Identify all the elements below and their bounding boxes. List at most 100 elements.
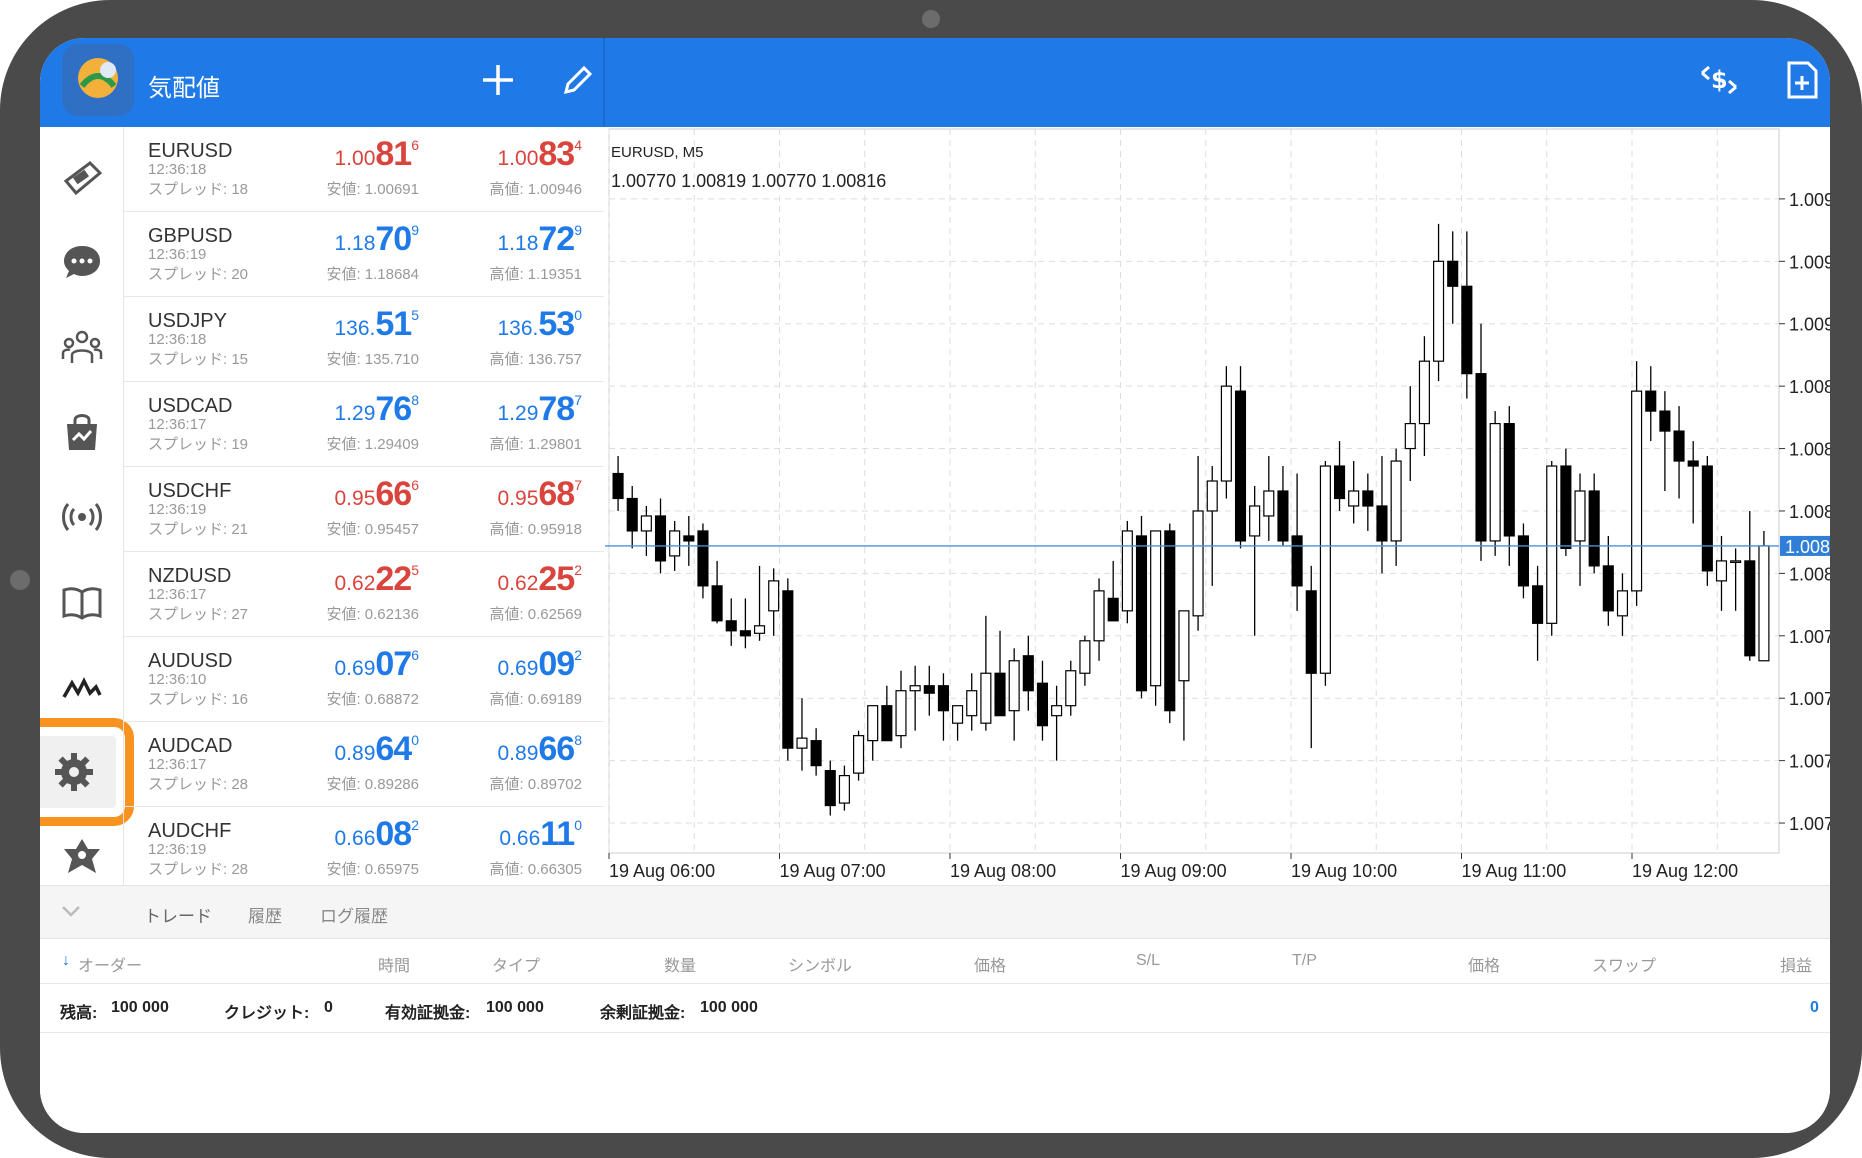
col-price[interactable]: 価格: [974, 952, 1006, 976]
high-price: 高値: 1.29801: [489, 436, 582, 453]
rail-price-tag-button[interactable]: [40, 137, 123, 217]
high-price: 高値: 0.69189: [489, 691, 582, 708]
ask-price[interactable]: 0.66110: [499, 815, 582, 854]
candle-bull: [1715, 560, 1728, 582]
col-profit[interactable]: 損益: [1780, 952, 1812, 976]
quote-spread: スプレッド: 20: [148, 266, 249, 283]
col-sl[interactable]: S/L: [1136, 952, 1160, 970]
ask-price[interactable]: 1.29787: [498, 390, 583, 429]
rail-trade-wave-button[interactable]: [40, 647, 123, 727]
y-tick-label: 1.00755: [1789, 689, 1830, 709]
y-tick-label: 1.00855: [1789, 440, 1830, 460]
col-tp[interactable]: T/P: [1292, 952, 1317, 970]
add-symbol-button[interactable]: [476, 58, 520, 102]
col-type[interactable]: タイプ: [492, 952, 540, 976]
candle-bear: [1447, 260, 1459, 287]
quote-row[interactable]: AUDCHF 12:36:19 スプレッド: 28 0.66082 0.66110 安値:…: [124, 807, 604, 892]
col-time[interactable]: 時間: [378, 952, 410, 976]
collapse-panel-button[interactable]: [60, 900, 82, 927]
bid-price[interactable]: 1.18709: [335, 220, 420, 259]
high-price: 高値: 0.66305: [489, 861, 582, 878]
candle-bear: [1333, 465, 1346, 500]
bid-price[interactable]: 1.29768: [335, 390, 420, 429]
rail-signals-button[interactable]: [40, 477, 123, 557]
market-bag-icon: [66, 414, 97, 450]
rail-chat-button[interactable]: [40, 222, 123, 302]
low-price: 安値: 0.89286: [326, 776, 419, 793]
col-swap[interactable]: スワップ: [1592, 952, 1656, 976]
ask-price[interactable]: 0.95687: [498, 475, 583, 514]
candle-bull: [1093, 590, 1105, 642]
quote-row[interactable]: USDCAD 12:36:17 スプレッド: 19 1.29768 1.29787 安値:…: [124, 382, 604, 467]
ask-price[interactable]: 136.530: [498, 305, 583, 344]
quote-spread: スプレッド: 16: [148, 691, 249, 708]
candle-bull: [1404, 422, 1416, 450]
candle-bear: [1517, 535, 1529, 587]
bid-price[interactable]: 0.89640: [335, 730, 420, 769]
bid-price[interactable]: 0.69076: [335, 645, 420, 684]
col-symbol[interactable]: シンボル: [788, 952, 852, 976]
y-tick-label: 1.00880: [1789, 377, 1830, 397]
quote-row[interactable]: AUDCAD 12:36:17 スプレッド: 28 0.89640 0.89668 安値:…: [124, 722, 604, 807]
quote-row[interactable]: EURUSD 12:36:18 スプレッド: 18 1.00816 1.00834 安値:…: [124, 127, 604, 212]
balance-label: 残高:: [60, 1005, 98, 1022]
app-screen: 気配値 $ EURUSD 12:36:18 スプレッド: 18 1.00816 …: [40, 38, 1830, 1133]
candle-bear: [1135, 535, 1148, 692]
quote-row[interactable]: AUDUSD 12:36:10 スプレッド: 16 0.69076 0.69092 安値:…: [124, 637, 604, 722]
bid-price[interactable]: 136.515: [335, 305, 420, 344]
candle-bear: [1602, 565, 1614, 612]
price-chart[interactable]: 1.00955 1.00930 1.00905 1.00880 1.00855 1.008…: [605, 127, 1830, 885]
col-order[interactable]: オーダー: [78, 952, 142, 976]
candle-bear: [923, 685, 935, 694]
bid-price[interactable]: 1.00816: [335, 135, 420, 174]
quote-row[interactable]: GBPUSD 12:36:19 スプレッド: 20 1.18709 1.18729 安値:…: [124, 212, 604, 297]
quote-spread: スプレッド: 28: [148, 861, 249, 878]
bid-price[interactable]: 0.95666: [335, 475, 420, 514]
bid-price[interactable]: 0.66082: [335, 815, 420, 854]
ask-price[interactable]: 1.00834: [498, 135, 583, 174]
symbol-name: NZDUSD: [148, 565, 232, 587]
candlestick-chart[interactable]: 1.00955 1.00930 1.00905 1.00880 1.00855 1.008…: [605, 127, 1830, 885]
symbol-switch-button[interactable]: $: [1697, 58, 1741, 102]
col-current-price[interactable]: 価格: [1468, 952, 1500, 976]
app-logo-icon[interactable]: [62, 44, 134, 116]
candle-bull: [966, 690, 978, 717]
candle-bear: [612, 472, 624, 500]
symbol-name: USDCHF: [148, 480, 232, 502]
bid-price[interactable]: 0.62225: [335, 560, 420, 599]
ask-price[interactable]: 0.69092: [498, 645, 583, 684]
quote-row[interactable]: NZDUSD 12:36:17 スプレッド: 27 0.62225 0.62252 安値:…: [124, 552, 604, 637]
chart-title: EURUSD, M5: [611, 144, 704, 161]
candle-bear: [1107, 597, 1119, 622]
rail-gear-button[interactable]: [40, 718, 134, 826]
quote-spread: スプレッド: 28: [148, 776, 249, 793]
candle-bear: [1673, 430, 1685, 462]
chat-icon: [63, 246, 100, 278]
total-profit: 0: [1810, 999, 1819, 1016]
tab-log-history[interactable]: ログ履歴: [320, 902, 388, 927]
ask-price[interactable]: 0.62252: [498, 560, 583, 599]
current-price-label: 1.00816: [1785, 537, 1830, 557]
rail-book-button[interactable]: [40, 562, 123, 642]
high-price: 高値: 0.95918: [489, 521, 582, 538]
book-icon: [62, 587, 101, 620]
quote-row[interactable]: USDCHF 12:36:19 スプレッド: 21 0.95666 0.95687 安値:…: [124, 467, 604, 552]
rail-market-bag-button[interactable]: [40, 392, 123, 472]
candle-bear: [1701, 465, 1713, 572]
sort-arrow-icon[interactable]: ↓: [62, 952, 70, 970]
rail-community-button[interactable]: [40, 307, 123, 387]
quote-row[interactable]: USDJPY 12:36:18 スプレッド: 15 136.515 136.530 安値:…: [124, 297, 604, 382]
col-volume[interactable]: 数量: [664, 952, 696, 976]
quote-spread: スプレッド: 21: [148, 521, 249, 538]
tab-trade[interactable]: トレード: [144, 902, 212, 927]
quote-time: 12:36:19: [148, 841, 207, 858]
new-order-button[interactable]: [1780, 58, 1824, 102]
low-price: 安値: 1.29409: [326, 436, 419, 453]
top-bar: 気配値 $: [40, 38, 1830, 127]
ask-price[interactable]: 0.89668: [498, 730, 583, 769]
candle-bull: [1319, 465, 1331, 674]
symbol-name: USDCAD: [148, 395, 233, 417]
edit-symbols-button[interactable]: [556, 58, 600, 102]
ask-price[interactable]: 1.18729: [498, 220, 583, 259]
tab-history[interactable]: 履歴: [248, 902, 282, 927]
